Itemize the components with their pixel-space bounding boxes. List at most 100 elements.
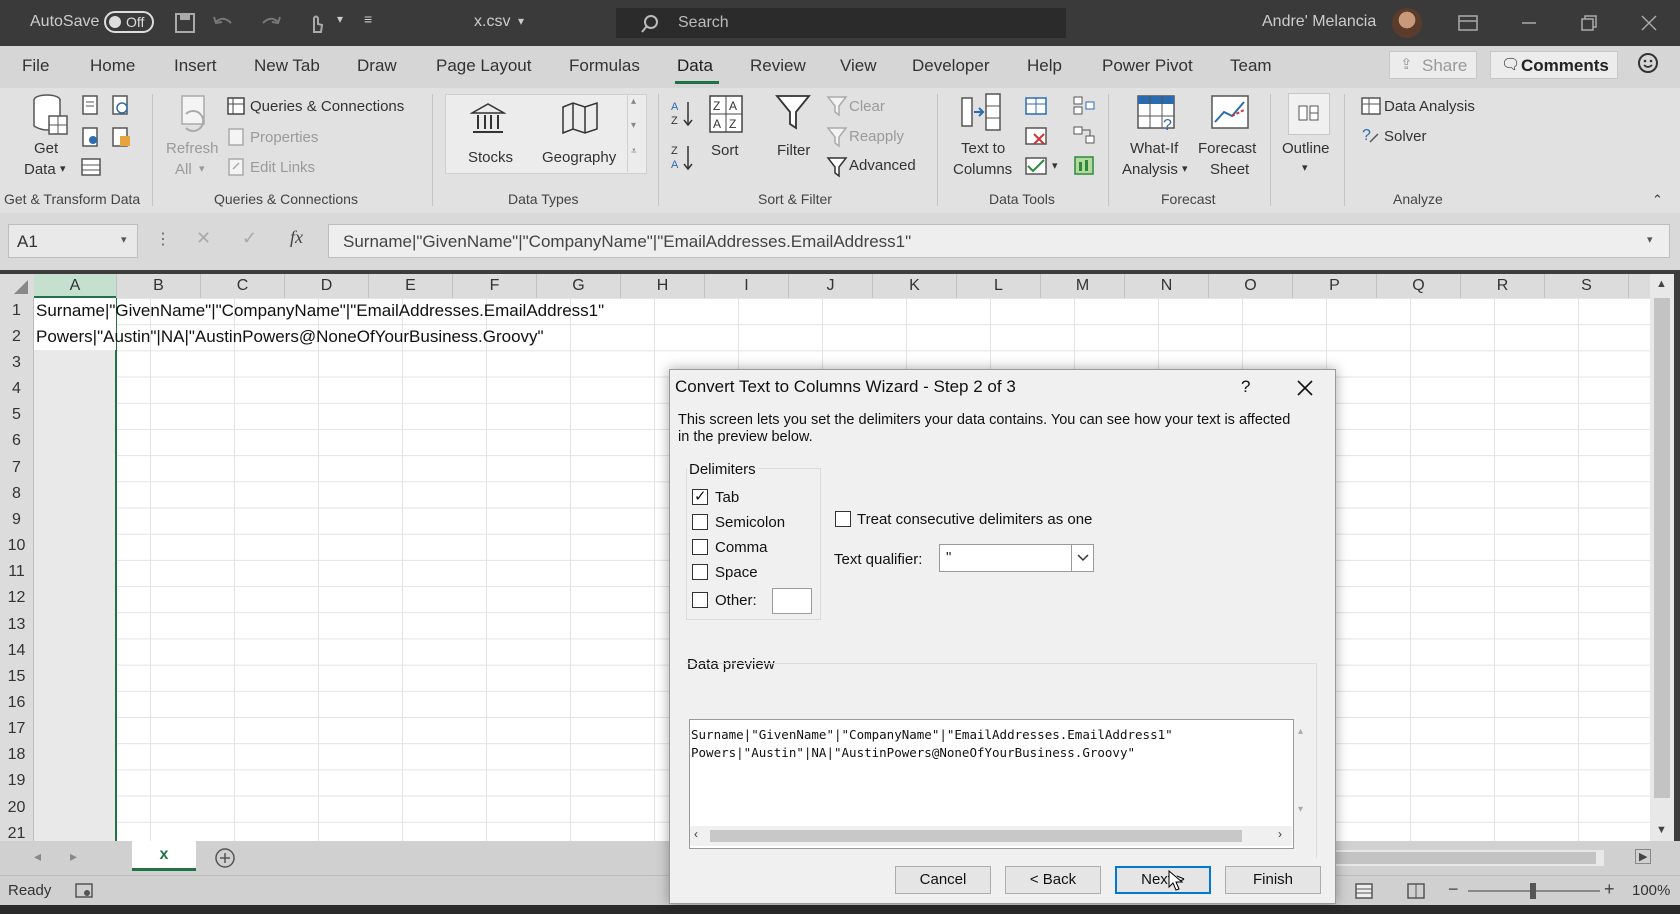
page-layout-view-icon[interactable] [1406,882,1426,900]
existing-connections-icon[interactable] [80,156,102,178]
sort-descending-icon[interactable]: ZA [670,142,696,172]
data-validation-icon[interactable] [1024,154,1048,176]
outline-button[interactable] [1288,93,1330,135]
row-header[interactable]: 13 [0,616,33,634]
column-divider[interactable] [1040,274,1041,298]
properties-label[interactable]: Properties [250,127,318,148]
forecast-sheet-label-2[interactable]: Sheet [1210,159,1249,180]
what-if-analysis-icon[interactable]: ? [1136,94,1178,132]
column-header-h[interactable]: H [621,277,704,295]
text-qualifier-dropdown[interactable] [1071,545,1094,571]
stocks-icon[interactable] [470,101,506,135]
name-box[interactable]: A1 ▾ [8,224,138,258]
column-header-r[interactable]: R [1461,277,1544,295]
close-dialog-icon[interactable] [1296,379,1314,397]
row-header[interactable]: 5 [0,406,33,424]
customize-qat-icon[interactable]: ≡ [364,11,372,27]
column-divider[interactable] [536,274,537,298]
column-divider[interactable] [1628,274,1629,298]
recent-sources-icon[interactable] [110,126,132,148]
zoom-out-icon[interactable]: − [1448,879,1459,900]
reapply-label[interactable]: Reapply [849,126,904,147]
gallery-up-icon[interactable]: ▴ [631,96,636,107]
column-header-c[interactable]: C [201,277,284,295]
column-divider[interactable] [1208,274,1209,298]
outline-label[interactable]: Outline [1282,138,1330,159]
tab-power-pivot[interactable]: Power Pivot [1102,56,1193,76]
column-divider[interactable] [620,274,621,298]
collapse-ribbon-icon[interactable]: ⌃ [1652,192,1663,208]
zoom-in-icon[interactable]: + [1604,879,1615,900]
scroll-down-icon[interactable]: ▼ [1656,824,1667,836]
from-web-icon[interactable] [110,94,132,116]
hscroll-thumb[interactable] [1334,852,1596,864]
gallery-down-icon[interactable]: ▾ [631,120,636,131]
column-divider[interactable] [1460,274,1461,298]
preview-hscroll-thumb[interactable] [710,830,1242,842]
next-button[interactable]: Next > [1115,866,1211,894]
finish-button[interactable]: Finish [1225,866,1321,894]
flash-fill-icon[interactable] [1024,94,1048,116]
data-analysis-icon[interactable] [1360,96,1382,116]
preview-scroll-left-icon[interactable]: ‹ [694,827,698,841]
clear-filter-icon[interactable] [826,95,848,117]
scroll-right-icon[interactable]: ▶ [1635,849,1652,864]
preview-hscrollbar[interactable]: ‹ › [690,826,1292,846]
vertical-scrollbar[interactable]: ▲ ▼ [1650,274,1674,841]
search-box[interactable]: Search [616,8,1066,38]
cancel-button[interactable]: Cancel [895,866,991,894]
redo-icon[interactable] [260,14,282,32]
confirm-entry-icon[interactable]: ✓ [242,228,257,249]
semicolon-label[interactable]: Semicolon [715,514,785,531]
column-divider[interactable] [872,274,873,298]
select-all-icon[interactable] [10,278,30,296]
preview-scroll-down-icon[interactable]: ▾ [1298,804,1303,815]
feedback-smiley-icon[interactable] [1636,51,1660,75]
gallery-more-icon[interactable]: ⩡ [631,146,637,157]
clear-label[interactable]: Clear [849,96,885,117]
column-header-p[interactable]: P [1293,277,1376,295]
row-header[interactable]: 16 [0,694,33,712]
column-divider[interactable] [368,274,369,298]
expand-formula-bar-icon[interactable]: ▾ [1647,233,1653,246]
column-header-k[interactable]: K [873,277,956,295]
edit-links-icon[interactable] [226,157,246,177]
column-divider[interactable] [116,274,117,298]
column-header-s[interactable]: S [1545,277,1628,295]
treat-consecutive-label[interactable]: Treat consecutive delimiters as one [857,511,1092,528]
tab-file[interactable]: File [22,56,49,76]
tab-review[interactable]: Review [750,56,806,76]
forecast-sheet-icon[interactable] [1210,94,1252,132]
refresh-all-icon[interactable] [176,94,212,136]
zoom-slider-thumb[interactable] [1530,883,1536,899]
solver-icon[interactable]: ? [1360,124,1382,146]
refresh-label-1[interactable]: Refresh [166,138,219,159]
row-header[interactable]: 11 [0,563,33,581]
row-header[interactable]: 20 [0,799,33,817]
row-header[interactable]: 6 [0,432,33,450]
row-header[interactable]: 8 [0,485,33,503]
column-header-d[interactable]: D [285,277,368,295]
ribbon-display-options-icon[interactable] [1458,14,1478,32]
space-label[interactable]: Space [715,564,758,581]
sheet-tab-x[interactable]: x [132,841,196,871]
forecast-sheet-label-1[interactable]: Forecast [1198,138,1256,159]
preview-scroll-right-icon[interactable]: › [1278,827,1282,841]
space-checkbox[interactable] [692,564,708,580]
row-header[interactable]: 17 [0,720,33,738]
what-if-dropdown-icon[interactable]: ▾ [1182,159,1188,180]
filename-dropdown-icon[interactable]: ▾ [518,14,524,28]
tab-data[interactable]: Data [677,56,713,76]
tab-help[interactable]: Help [1027,56,1062,76]
share-button[interactable]: ⇪ Share [1389,51,1477,79]
row-header[interactable]: 10 [0,537,33,555]
row-header[interactable]: 19 [0,772,33,790]
treat-consecutive-checkbox[interactable] [835,511,851,527]
other-checkbox[interactable] [692,592,708,608]
row-header[interactable]: 12 [0,589,33,607]
add-sheet-icon[interactable] [213,846,237,870]
get-data-button[interactable] [28,92,70,144]
column-divider[interactable] [1124,274,1125,298]
refresh-label-2[interactable]: All [175,159,192,180]
advanced-filter-icon[interactable] [826,156,848,178]
